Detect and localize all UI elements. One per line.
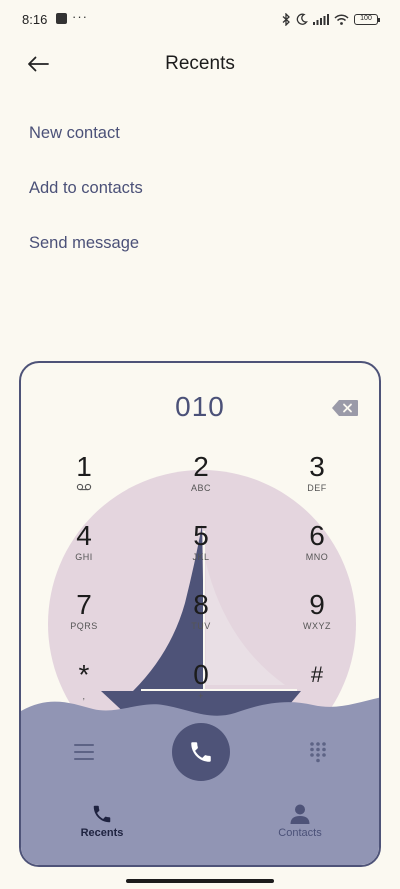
key-6[interactable]: 6 MNO xyxy=(277,520,357,576)
key-4[interactable]: 4 GHI xyxy=(44,520,124,576)
key-7[interactable]: 7 PQRS xyxy=(44,589,124,645)
wifi-icon xyxy=(334,13,349,25)
home-indicator xyxy=(126,879,274,883)
more-notifications-icon: ··· xyxy=(72,9,88,24)
dialpad-icon xyxy=(310,742,326,763)
key-0[interactable]: 0 + xyxy=(161,659,241,715)
menu-icon-line xyxy=(74,744,94,746)
key-letters: , xyxy=(82,691,86,701)
key-2[interactable]: 2 ABC xyxy=(161,451,241,507)
key-letters: GHI xyxy=(75,552,93,562)
key-letters: + xyxy=(198,691,204,701)
key-digit: 2 xyxy=(193,451,209,482)
dialpad-toggle-button[interactable] xyxy=(307,741,329,763)
key-letters: ABC xyxy=(190,483,211,493)
menu-button[interactable] xyxy=(73,741,95,763)
call-button[interactable] xyxy=(172,723,230,781)
dialer-panel: 010 1 2 ABC 3 DEF 4 GHI 5 JKL 6 MNO 7 PQ… xyxy=(19,361,381,867)
battery-icon: 100 xyxy=(354,13,380,25)
key-letters: WXYZ xyxy=(303,621,331,631)
key-digit: 1 xyxy=(76,451,92,482)
key-3[interactable]: 3 DEF xyxy=(277,451,357,507)
notification-icon xyxy=(56,13,67,24)
action-list: New contact Add to contacts Send message xyxy=(29,120,143,285)
key-digit: 4 xyxy=(76,520,92,551)
key-letters: DEF xyxy=(307,483,327,493)
key-letters: TUV xyxy=(191,621,211,631)
tab-label: Recents xyxy=(80,827,124,839)
page-title: Recents xyxy=(165,53,235,74)
status-icons: 100 xyxy=(282,10,380,28)
status-bar: 8:16 ··· 100 xyxy=(0,0,400,38)
key-digit: 3 xyxy=(309,451,325,482)
backspace-button[interactable] xyxy=(331,399,359,417)
person-icon xyxy=(250,799,350,825)
tab-contacts[interactable]: Contacts xyxy=(250,799,350,845)
voicemail-icon xyxy=(44,483,124,494)
key-5[interactable]: 5 JKL xyxy=(161,520,241,576)
key-digit: # xyxy=(310,662,324,687)
backspace-icon xyxy=(332,400,358,416)
key-digit: 7 xyxy=(76,589,92,620)
phone-icon xyxy=(191,742,211,762)
key-9[interactable]: 9 WXYZ xyxy=(277,589,357,645)
key-digit: * xyxy=(78,659,90,690)
bluetooth-icon xyxy=(282,12,290,26)
tab-label: Contacts xyxy=(278,827,322,839)
key-digit: 6 xyxy=(309,520,325,551)
key-8[interactable]: 8 TUV xyxy=(161,589,241,645)
status-time: 8:16 xyxy=(22,12,48,27)
key-letters: PQRS xyxy=(70,621,98,631)
key-digit: 0 xyxy=(193,659,209,690)
moon-icon xyxy=(296,13,308,25)
new-contact-action[interactable]: New contact xyxy=(29,120,143,175)
key-1[interactable]: 1 xyxy=(44,451,124,507)
dialed-number: 010 xyxy=(175,391,225,422)
key-digit: 8 xyxy=(193,589,209,620)
key-digit: 9 xyxy=(309,589,325,620)
menu-icon-line xyxy=(74,751,94,753)
send-message-action[interactable]: Send message xyxy=(29,230,143,285)
menu-icon-line xyxy=(74,758,94,760)
key-hash[interactable]: # xyxy=(277,659,357,715)
key-star[interactable]: * , xyxy=(44,659,124,715)
signal-icon xyxy=(313,13,329,25)
phone-icon xyxy=(52,799,152,825)
tab-recents[interactable]: Recents xyxy=(52,799,152,845)
key-digit: 5 xyxy=(193,520,209,551)
key-letters: JKL xyxy=(192,552,210,562)
key-letters: MNO xyxy=(305,552,329,562)
add-to-contacts-action[interactable]: Add to contacts xyxy=(29,175,143,230)
top-bar: Recents xyxy=(0,44,400,84)
